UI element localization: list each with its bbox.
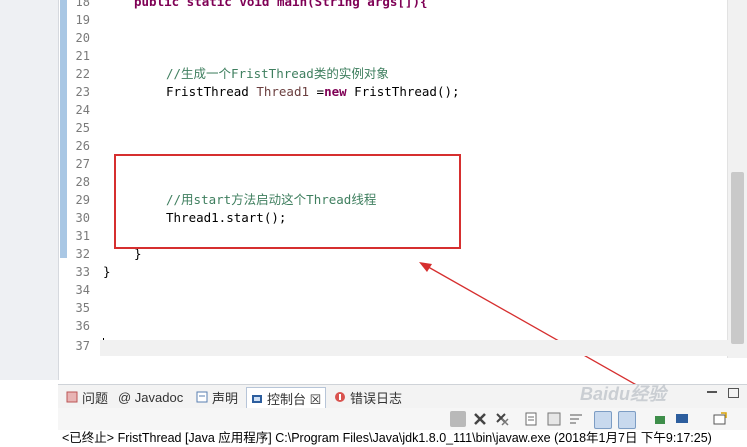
console-toolbar [58, 408, 747, 430]
error-log-icon [334, 391, 346, 403]
line-number: 30 [75, 211, 90, 225]
horizontal-scrollbar[interactable] [100, 340, 728, 356]
code-type: FristThread [166, 84, 257, 99]
tab-declaration[interactable]: 声明 [192, 388, 242, 406]
remove-all-icon[interactable] [494, 411, 510, 427]
line-number: 27 [75, 157, 90, 171]
problems-icon [66, 391, 78, 403]
line-number: 34 [75, 283, 90, 297]
annotation-highlight-box [114, 154, 461, 249]
line-number: 31 [75, 229, 90, 243]
tab-label: @ Javadoc [118, 389, 184, 405]
word-wrap-icon[interactable] [568, 411, 584, 427]
line-number: 19 [75, 13, 90, 27]
tab-label: 声明 [212, 390, 239, 406]
tab-label: 问题 [82, 390, 109, 406]
scrollbar-thumb[interactable] [731, 172, 744, 344]
maximize-icon[interactable] [728, 388, 739, 398]
code-assign: = [309, 84, 325, 99]
code-variable: Thread1 [256, 84, 309, 99]
code-closing-brace: } [103, 264, 111, 279]
scroll-lock-icon[interactable] [546, 411, 562, 427]
tab-console[interactable]: 控制台 ☒ [246, 387, 327, 409]
console-icon [251, 393, 263, 405]
tab-label: 控制台 ☒ [267, 392, 322, 407]
line-number: 22 [75, 67, 90, 81]
code-line-instantiate: FristThread Thread1 =new FristThread(); [166, 83, 460, 101]
line-number: 35 [75, 301, 90, 315]
line-number: 29 [75, 193, 90, 207]
line-number: 21 [75, 49, 90, 63]
tab-error-log[interactable]: 错误日志 [330, 388, 406, 406]
display-console-icon[interactable] [674, 411, 690, 427]
open-console-icon[interactable] [712, 411, 728, 427]
line-number: 28 [75, 175, 90, 189]
line-number: 20 [75, 31, 90, 45]
line-number: 23 [75, 85, 90, 99]
console-status-line: <已终止> FristThread [Java 应用程序] C:\Program… [0, 430, 747, 447]
show-on-stderr-icon[interactable] [618, 411, 636, 429]
code-comment: //生成一个FristThread类的实例对象 [166, 66, 389, 81]
line-number: 18 [75, 0, 90, 9]
annotation-ruler [60, 0, 67, 258]
terminate-icon[interactable] [450, 411, 466, 427]
remove-launch-icon[interactable] [472, 411, 488, 427]
watermark: Baidu经验 [580, 384, 667, 404]
tab-label: 错误日志 [350, 390, 403, 406]
line-number: 37 [75, 339, 90, 353]
show-on-stdout-icon[interactable] [594, 411, 612, 429]
line-number: 26 [75, 139, 90, 153]
vertical-scrollbar[interactable] [727, 0, 747, 358]
left-panel-strip [0, 0, 59, 380]
declaration-icon [196, 391, 208, 403]
line-number: 32 [75, 247, 90, 261]
pin-console-icon[interactable] [652, 411, 668, 427]
code-line-method-signature: public static void main(String args[]){ [134, 0, 428, 9]
line-number: 24 [75, 103, 90, 117]
line-number-gutter: 18 19 20 21 22 23 24 25 26 27 28 29 30 3… [68, 0, 92, 358]
minimize-icon[interactable] [707, 391, 717, 393]
line-number: 36 [75, 319, 90, 333]
code-keyword: new [324, 84, 347, 99]
clear-console-icon[interactable] [524, 411, 540, 427]
line-number: 33 [75, 265, 90, 279]
tab-problems[interactable]: 问题 [62, 388, 112, 406]
tab-javadoc[interactable]: @ Javadoc [114, 388, 187, 406]
code-constructor: FristThread(); [346, 84, 460, 99]
line-number: 25 [75, 121, 90, 135]
